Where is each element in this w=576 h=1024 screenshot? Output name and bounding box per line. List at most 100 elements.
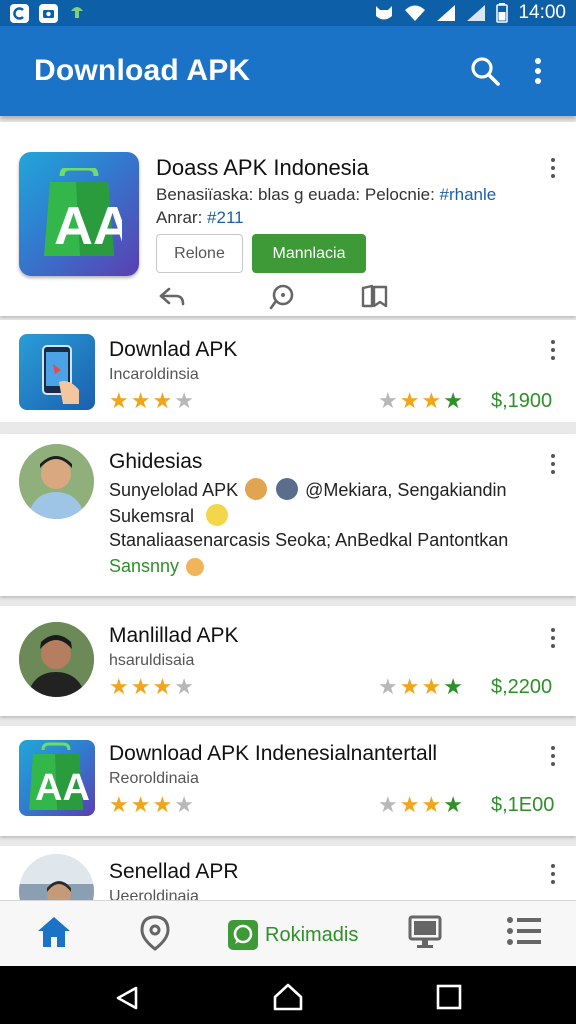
back-icon[interactable] bbox=[114, 985, 140, 1011]
star-icon: ★ bbox=[421, 674, 442, 699]
primary-button[interactable]: Mannlacia bbox=[252, 234, 366, 273]
page-title: Download APK bbox=[34, 54, 251, 87]
list-item[interactable]: AA Download APK Indenesialnantertall Reo… bbox=[0, 726, 576, 836]
item-title: Senellad APR bbox=[109, 860, 239, 883]
bottom-navigation: Rokimadis bbox=[0, 900, 576, 966]
star-icon: ★ bbox=[399, 674, 420, 699]
item-price: $,1900 bbox=[491, 390, 553, 412]
app-icon: AA bbox=[19, 740, 95, 816]
item-more-icon[interactable] bbox=[550, 746, 556, 766]
wifi-icon bbox=[405, 5, 426, 21]
post-line-3: Stanaliaasenarcasis Seoka; AnBedkal Pant… bbox=[109, 530, 509, 550]
featured-hashtag[interactable]: #rhanle bbox=[440, 185, 497, 204]
app-bar: Download APK bbox=[0, 26, 576, 116]
location-icon[interactable] bbox=[138, 915, 172, 951]
star-icon: ★ bbox=[443, 388, 463, 413]
svg-text:AA: AA bbox=[54, 196, 122, 256]
list-icon[interactable] bbox=[506, 915, 542, 947]
post-line-4[interactable]: Sansnny bbox=[109, 556, 206, 577]
post-line-1: Sunyelolad APK @Mekiara, Sengakiandin bbox=[109, 478, 507, 500]
post-author: Ghidesias bbox=[109, 450, 203, 473]
featured-app-code: Anrar: #211 bbox=[156, 208, 244, 227]
featured-app-icon: AA bbox=[19, 152, 139, 276]
app-icon-phone bbox=[19, 334, 95, 410]
item-title: Manlillad APK bbox=[109, 624, 239, 647]
rating-stars-right: ★ ★ ★ ★ bbox=[378, 390, 463, 412]
home-icon[interactable] bbox=[36, 915, 72, 949]
rating-stars-left: ★ ★ ★ ★ bbox=[109, 794, 194, 816]
svg-text:AA: AA bbox=[35, 767, 90, 809]
battery-icon bbox=[496, 3, 509, 23]
home-button-icon[interactable] bbox=[272, 982, 304, 1012]
reply-icon[interactable] bbox=[158, 286, 186, 308]
item-price: $,2200 bbox=[491, 676, 553, 698]
item-title: Download APK Indenesialnantertall bbox=[109, 742, 438, 765]
search-icon[interactable] bbox=[470, 56, 500, 86]
avatar bbox=[19, 622, 94, 697]
featured-app-subtitle: Benasiïaska: blas g euada: Pelocnie: #rh… bbox=[156, 185, 497, 204]
star-icon: ★ bbox=[130, 388, 151, 413]
camera-notification-icon bbox=[39, 3, 58, 23]
emoji-icon bbox=[206, 504, 229, 526]
app-notification-icon bbox=[10, 3, 29, 23]
clock: 14:00 bbox=[518, 2, 566, 23]
emoji-icon bbox=[186, 558, 205, 576]
star-icon: ★ bbox=[443, 792, 463, 817]
star-icon: ★ bbox=[130, 792, 151, 817]
star-icon: ★ bbox=[109, 792, 129, 817]
item-price: $,1E00 bbox=[491, 794, 555, 816]
featured-code-hash[interactable]: #211 bbox=[207, 208, 244, 227]
social-post-card[interactable]: Ghidesias Sunyelolad APK @Mekiara, Senga… bbox=[0, 434, 576, 596]
item-subtitle: Incaroldinsia bbox=[109, 366, 199, 383]
secondary-button[interactable]: Relone bbox=[156, 234, 243, 273]
star-icon: ★ bbox=[174, 388, 194, 413]
status-bar: 14:00 bbox=[0, 0, 576, 26]
rating-stars-right: ★ ★ ★ ★ bbox=[378, 794, 463, 816]
star-icon: ★ bbox=[152, 674, 173, 699]
item-subtitle: Ueeroldinaia bbox=[109, 888, 199, 900]
star-icon: ★ bbox=[174, 674, 194, 699]
item-title: Downlad APK bbox=[109, 338, 238, 361]
avatar bbox=[19, 444, 94, 519]
item-subtitle: Reoroldinaia bbox=[109, 770, 199, 787]
post-more-icon[interactable] bbox=[550, 454, 556, 474]
nav-active-label: Rokimadis bbox=[265, 923, 359, 946]
item-more-icon[interactable] bbox=[550, 628, 556, 648]
avatar-icon bbox=[276, 478, 299, 500]
star-icon: ★ bbox=[421, 792, 442, 817]
star-icon: ★ bbox=[130, 674, 151, 699]
featured-app-card[interactable]: AA Doass APK Indonesia Benasiïaska: blas… bbox=[0, 122, 576, 316]
monitor-icon[interactable] bbox=[408, 915, 442, 949]
rating-stars-left: ★ ★ ★ ★ bbox=[109, 390, 194, 412]
rating-stars-left: ★ ★ ★ ★ bbox=[109, 676, 194, 698]
bookmark-icon[interactable] bbox=[360, 284, 390, 308]
star-icon: ★ bbox=[399, 388, 420, 413]
star-icon: ★ bbox=[109, 674, 129, 699]
comment-icon[interactable] bbox=[268, 284, 296, 310]
overflow-menu-icon[interactable] bbox=[534, 57, 542, 85]
chat-icon bbox=[228, 920, 258, 950]
item-more-icon[interactable] bbox=[550, 864, 556, 884]
item-more-icon[interactable] bbox=[550, 340, 556, 360]
star-icon: ★ bbox=[378, 388, 398, 413]
signal-icon bbox=[437, 5, 456, 21]
system-navigation-bar bbox=[0, 966, 576, 1024]
avatar bbox=[19, 854, 94, 900]
rating-stars-right: ★ ★ ★ ★ bbox=[378, 676, 463, 698]
android-notification-icon bbox=[68, 2, 86, 25]
star-icon: ★ bbox=[152, 388, 173, 413]
list-item[interactable]: Manlillad APK hsaruldisaia ★ ★ ★ ★ ★ ★ ★ ★ $,2… bbox=[0, 606, 576, 716]
nav-item-messages[interactable]: Rokimadis bbox=[227, 919, 358, 951]
featured-more-icon[interactable] bbox=[550, 158, 556, 178]
post-line-2: Sukemsral bbox=[109, 504, 230, 527]
star-icon: ★ bbox=[378, 674, 398, 699]
star-icon: ★ bbox=[152, 792, 173, 817]
item-subtitle: hsaruldisaia bbox=[109, 652, 195, 669]
star-icon: ★ bbox=[399, 792, 420, 817]
recent-apps-icon[interactable] bbox=[436, 984, 462, 1010]
star-icon: ★ bbox=[443, 674, 463, 699]
list-item[interactable]: Senellad APR Ueeroldinaia bbox=[0, 846, 576, 900]
star-icon: ★ bbox=[378, 792, 398, 817]
star-icon: ★ bbox=[421, 388, 442, 413]
list-item[interactable]: Downlad APK Incaroldinsia ★ ★ ★ ★ ★ ★ ★ ★ $,19… bbox=[0, 320, 576, 422]
